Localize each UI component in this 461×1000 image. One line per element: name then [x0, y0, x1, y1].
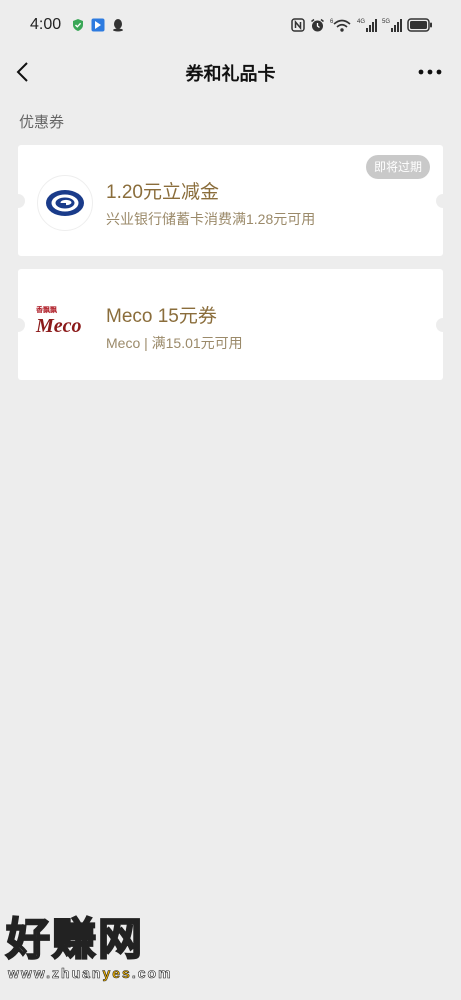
status-bar: 4:00 6 4G 5G: [0, 0, 461, 50]
more-dots-icon: [418, 69, 442, 75]
signal-5g-icon: 5G: [382, 19, 402, 32]
meco-logo-icon: 香飘飘 Meco: [36, 307, 96, 347]
coupon-card[interactable]: 1.20元立减金 兴业银行储蓄卡消费满1.28元可用 即将过期: [18, 145, 443, 256]
qq-penguin-icon: [113, 19, 124, 32]
coupon-title: 1.20元立减金: [106, 182, 219, 203]
coupon-title: Meco 15元券: [106, 306, 217, 327]
meco-logo-text: Meco: [36, 315, 82, 337]
card-notch: [436, 317, 443, 332]
coupon-description: 兴业银行储蓄卡消费满1.28元可用: [106, 211, 316, 227]
cib-bank-logo-icon: [37, 175, 93, 231]
wifi-label: 6: [330, 19, 334, 25]
status-time: 4:00: [30, 16, 62, 33]
coupon-card[interactable]: 香飘飘 Meco Meco 15元券 Meco | 满15.01元可用: [18, 269, 443, 380]
signal-4g-label: 4G: [357, 19, 365, 25]
card-notch: [18, 193, 25, 208]
watermark-title: 好赚网: [5, 914, 144, 966]
watermark-url-suffix: .com: [131, 965, 173, 982]
watermark-url-prefix: www.zhuan: [8, 965, 103, 982]
watermark-url-accent: yes: [102, 965, 132, 982]
section-label-coupons: 优惠券: [19, 114, 65, 131]
nav-bar: 券和礼品卡: [0, 50, 461, 94]
watermark-url: www.zhuanyes.com: [8, 965, 206, 982]
card-notch: [436, 193, 443, 208]
card-notch: [18, 317, 25, 332]
status-left: 4:00: [30, 16, 125, 34]
wifi-icon: 6: [330, 19, 351, 32]
watermark: 好赚网 www.zhuanyes.com: [5, 914, 206, 982]
expiring-soon-badge: 即将过期: [365, 155, 430, 179]
bank-logo-graphic: [46, 190, 84, 216]
signal-4g-icon: 4G: [357, 19, 377, 32]
page-title: 券和礼品卡: [185, 64, 276, 84]
meco-logo-small-text: 香飘飘: [36, 307, 57, 314]
alarm-icon: [311, 18, 324, 31]
signal-5g-label: 5G: [382, 19, 390, 25]
nfc-icon: [291, 18, 305, 32]
more-options-button[interactable]: [417, 60, 443, 84]
shield-icon: [73, 19, 84, 31]
status-right: 6 4G 5G: [291, 17, 433, 33]
app-notification-icon: [91, 18, 105, 32]
battery-icon: [407, 18, 432, 32]
coupon-description: Meco | 满15.01元可用: [106, 335, 243, 351]
